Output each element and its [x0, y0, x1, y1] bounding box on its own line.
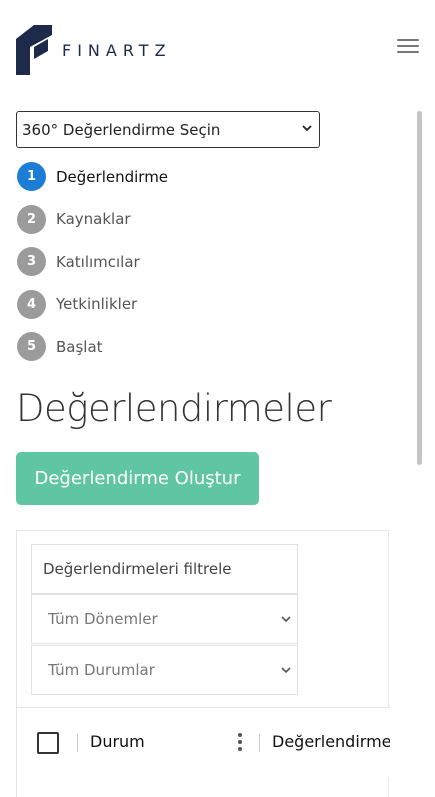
finartz-logo-icon: [16, 25, 52, 75]
page-title: Değerlendirmeler: [16, 387, 332, 430]
step-label: Değerlendirme: [56, 167, 169, 186]
scrollbar[interactable]: [417, 111, 422, 465]
create-evaluation-button[interactable]: Değerlendirme Oluştur: [16, 452, 259, 505]
step-number: 3: [17, 247, 46, 276]
evaluation-select[interactable]: 360° Değerlendirme Seçin: [16, 111, 320, 148]
step-sources[interactable]: 2 Kaynaklar: [17, 204, 168, 234]
step-evaluation[interactable]: 1 Değerlendirme: [17, 162, 168, 191]
hamburger-menu-icon[interactable]: [397, 39, 419, 55]
logo-text: FINARTZ: [62, 40, 172, 60]
status-select-value: Tüm Durumlar: [48, 661, 155, 679]
step-participants[interactable]: 3 Katılımcılar: [17, 247, 168, 276]
column-separator: [259, 734, 260, 752]
step-number: 4: [17, 289, 46, 319]
step-start[interactable]: 5 Başlat: [17, 332, 168, 361]
chevron-down-icon: [302, 125, 312, 132]
header: FINARTZ: [0, 0, 435, 100]
wizard-steps: 1 Değerlendirme 2 Kaynaklar 3 Katılımcıl…: [17, 162, 168, 375]
step-number: 5: [17, 332, 46, 361]
table-header: Durum Değerlendirme: [17, 707, 390, 777]
evaluation-select-value: 360° Değerlendirme Seçin: [22, 120, 221, 139]
status-select[interactable]: Tüm Durumlar: [31, 645, 298, 695]
step-label: Katılımcılar: [56, 252, 140, 271]
period-select-value: Tüm Dönemler: [48, 610, 158, 628]
chevron-down-icon: [281, 616, 291, 623]
select-all-checkbox[interactable]: [37, 732, 59, 754]
chevron-down-icon: [281, 667, 291, 674]
column-separator: [77, 734, 78, 752]
step-number: 2: [17, 204, 46, 234]
period-select[interactable]: Tüm Dönemler: [31, 594, 298, 644]
step-label: Başlat: [56, 337, 103, 356]
column-header-status[interactable]: Durum: [90, 732, 145, 751]
step-label: Kaynaklar: [56, 210, 131, 228]
column-header-evaluation[interactable]: Değerlendirme: [272, 732, 390, 751]
logo[interactable]: FINARTZ: [16, 25, 172, 75]
column-menu-icon[interactable]: [238, 733, 244, 753]
step-competencies[interactable]: 4 Yetkinlikler: [17, 289, 168, 319]
step-number: 1: [17, 162, 46, 191]
evaluations-panel: Değerlendirmeleri filtrele Tüm Dönemler …: [16, 530, 390, 797]
step-label: Yetkinlikler: [56, 295, 138, 313]
filter-search-input[interactable]: Değerlendirmeleri filtrele: [31, 544, 298, 594]
